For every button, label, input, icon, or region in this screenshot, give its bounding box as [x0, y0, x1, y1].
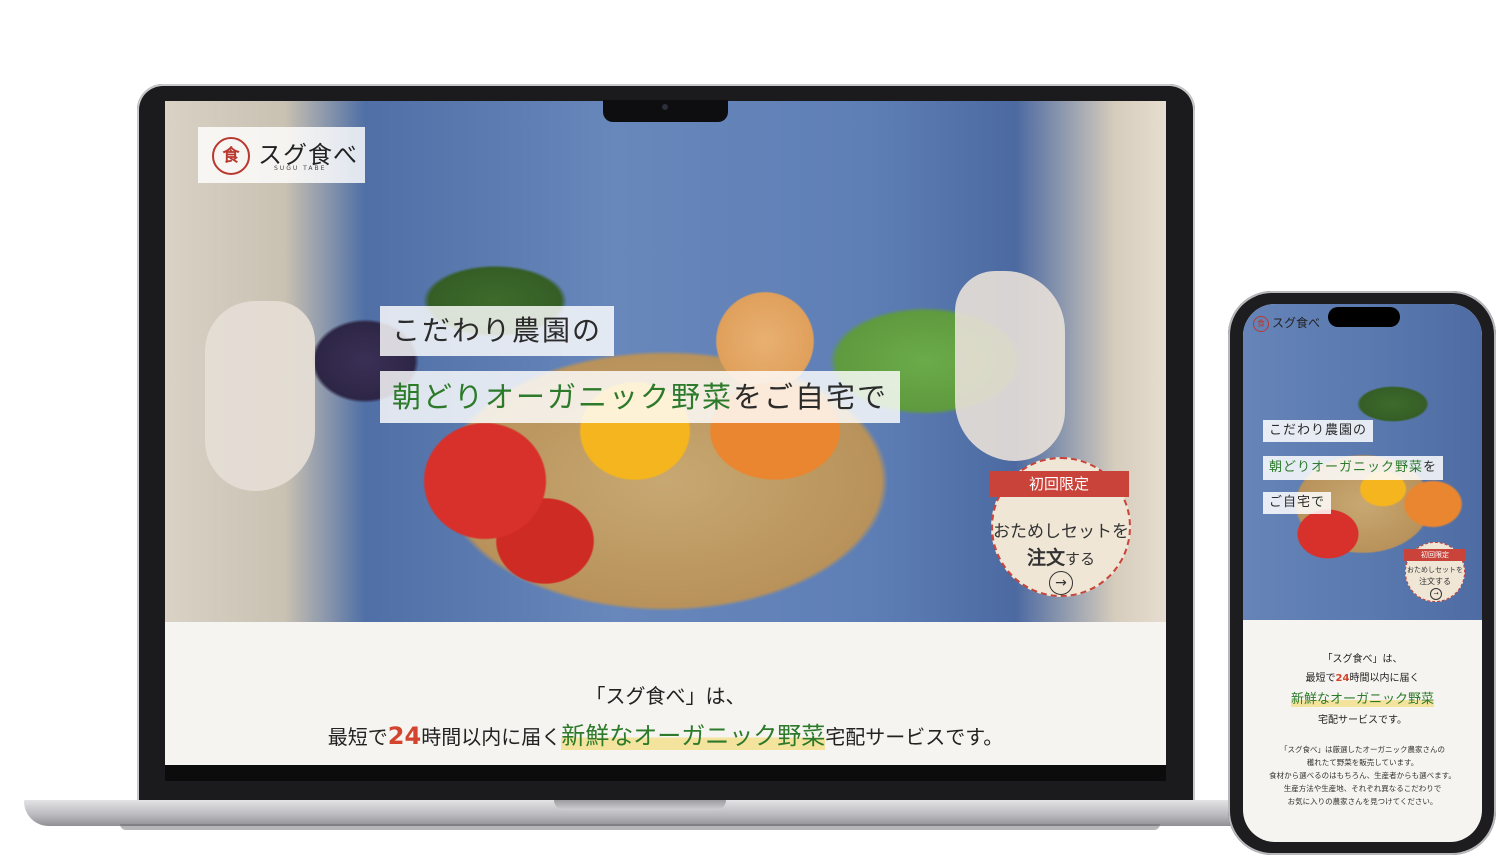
lead-number: 24 — [387, 722, 422, 750]
lead-section: 「スグ食べ」は、 最短で24時間以内に届く新鮮なオーガニック野菜宅配サービスです… — [165, 622, 1166, 765]
phone-logo-text: スグ食べ — [1272, 316, 1321, 330]
glove-left — [205, 301, 315, 491]
lead-mid: 時間以内に届く — [421, 725, 562, 749]
hero-copy-line1: こだわり農園の — [380, 306, 615, 356]
phone-dynamic-island — [1328, 307, 1400, 327]
hero-copy-line2: 朝どりオーガニック野菜をご自宅で — [380, 371, 901, 423]
phone-screen: 食スグ食べ こだわり農園の 朝どりオーガニック野菜を ご自宅で 初回限定 おため… — [1243, 304, 1482, 842]
laptop-base — [24, 800, 1258, 826]
phone-copy-green: 朝どりオーガニック野菜 — [1269, 460, 1424, 475]
phone-lead2: 最短で24時間以内に届く — [1243, 669, 1482, 684]
phone-body-line: 生産方法や生産地、それぞれ異なるこだわりで — [1283, 784, 1442, 793]
arrow-right-icon: → — [1049, 571, 1073, 595]
phone-hero-image: 食スグ食べ こだわり農園の 朝どりオーガニック野菜を ご自宅で 初回限定 おため… — [1243, 304, 1482, 620]
phone-copy-line2: 朝どりオーガニック野菜を — [1263, 456, 1444, 480]
arrow-right-icon: → — [1430, 588, 1442, 600]
hero-image: 食 スグ食べ SUGU TABE こだわり農園の 朝どりオーガニック野菜をご自宅… — [165, 101, 1166, 622]
phone-body-line: 穫れたて野菜を販売しています。 — [1306, 758, 1419, 767]
logo-subtext: SUGU TABE — [274, 165, 327, 172]
laptop-shadow — [120, 824, 1160, 830]
phone-copy-line3: ご自宅で — [1263, 492, 1332, 514]
phone-badge-line2: 注文する — [1419, 577, 1451, 586]
lead-post: 宅配サービスです。 — [825, 725, 1004, 749]
badge-line2: 注文する — [993, 543, 1129, 570]
phone-lead2-pre: 最短で — [1305, 673, 1336, 684]
phone-trial-set-order-button[interactable]: 初回限定 おためしセットを 注文する → — [1404, 542, 1466, 602]
badge-line2-bold: 注文 — [1026, 547, 1065, 569]
lead-highlight: 新鮮なオーガニック野菜 — [561, 722, 826, 750]
laptop-screen: 食 スグ食べ SUGU TABE こだわり農園の 朝どりオーガニック野菜をご自宅… — [165, 101, 1166, 765]
phone-lead3: 新鮮なオーガニック野菜 — [1243, 688, 1482, 707]
phone-copy-rest: を — [1423, 460, 1438, 475]
laptop-groove — [554, 800, 726, 810]
phone-site-logo[interactable]: 食スグ食べ — [1253, 314, 1320, 332]
phone-badge-ribbon: 初回限定 — [1404, 549, 1466, 561]
site-logo[interactable]: 食 スグ食べ SUGU TABE — [198, 127, 365, 183]
phone-lead3-highlight: 新鮮なオーガニック野菜 — [1290, 692, 1434, 707]
phone-body-line: 食材から選べるのはもちろん、生産者からも選べます。 — [1269, 771, 1456, 780]
phone-body-line: お気に入りの農家さんを見つけてください。 — [1287, 797, 1438, 806]
badge-line2-rest: する — [1065, 550, 1096, 568]
camera-icon — [662, 104, 668, 110]
phone-body-line: 「スグ食べ」は厳選したオーガニック農家さんの — [1280, 745, 1445, 754]
badge-line1: おためしセットを — [993, 522, 1129, 542]
phone-lead2-post: 時間以内に届く — [1349, 673, 1420, 684]
logo-mark-icon: 食 — [212, 137, 250, 175]
hero-copy-rest: をご自宅で — [733, 380, 889, 414]
lead-line2: 最短で24時間以内に届く新鮮なオーガニック野菜宅配サービスです。 — [165, 716, 1166, 751]
laptop-notch — [603, 100, 728, 122]
phone-badge-line1: おためしセットを — [1407, 566, 1463, 574]
glove-right — [955, 271, 1065, 461]
phone-lead2-num: 24 — [1335, 673, 1350, 684]
hero-copy-green: 朝どりオーガニック野菜 — [392, 380, 734, 414]
trial-set-order-button[interactable]: 初回限定 おためしセットを 注文する → — [989, 457, 1131, 597]
phone-lead1: 「スグ食べ」は、 — [1322, 654, 1403, 665]
phone-lead4: 宅配サービスです。 — [1318, 715, 1407, 726]
logo-mark-icon: 食 — [1253, 315, 1269, 332]
lead-line1: 「スグ食べ」は、 — [585, 684, 746, 708]
phone-copy-line1: こだわり農園の — [1263, 420, 1374, 442]
laptop-bezel — [165, 765, 1166, 781]
lead-pre: 最短で — [327, 725, 388, 749]
badge-ribbon: 初回限定 — [989, 471, 1129, 497]
